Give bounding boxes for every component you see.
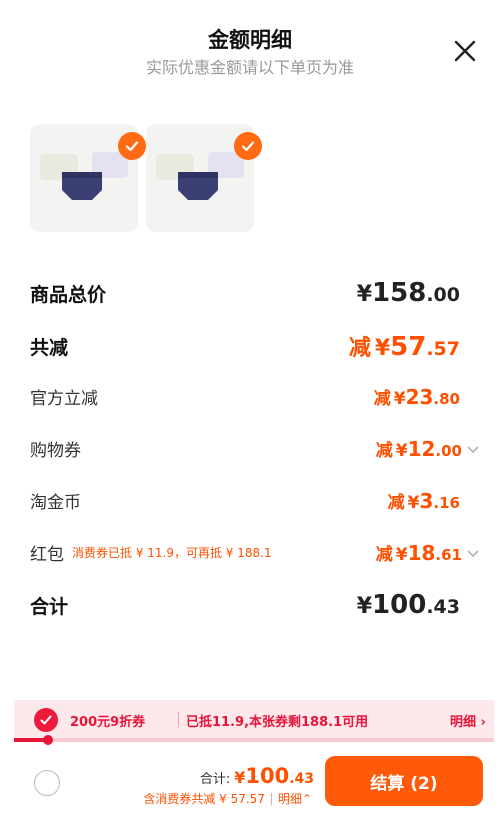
bottom-total-dec: .43 [289, 771, 314, 787]
total-discount-value: 减 ¥ 57 .57 [349, 330, 460, 362]
detail-toggle[interactable]: 明细⌃ [278, 790, 312, 807]
chevron-down-icon [467, 446, 479, 454]
currency-symbol: ¥ [395, 441, 408, 461]
goods-total-row: 商品总价 ¥ 158 .00 [30, 278, 460, 308]
discount-prefix: 减 [373, 389, 391, 409]
redpack-label: 红包 [30, 545, 64, 565]
redpack-label-group: 红包 消费券已抵 ¥ 11.9，可再抵 ¥ 188.1 [30, 540, 272, 565]
taojinbi-dec: .16 [433, 494, 460, 512]
coupon-progress-track [14, 738, 494, 742]
sum-int: 100 [372, 590, 427, 620]
currency-symbol: ¥ [374, 336, 391, 361]
bottom-total-label: 合计: [199, 772, 231, 787]
product-thumbnails [30, 124, 262, 232]
taojinbi-value: 减 ¥ 3 .16 [388, 488, 460, 513]
selected-check-icon[interactable] [118, 132, 146, 160]
coupon-check-icon[interactable] [34, 708, 58, 732]
coupon-description: 已抵11.9,本张券剩188.1可用 [186, 715, 369, 730]
sheet-subtitle: 实际优惠金额请以下单页为准 [145, 58, 354, 77]
close-icon [454, 40, 476, 62]
official-discount-label: 官方立减 [30, 389, 98, 409]
discount-prefix: 减 [375, 441, 393, 461]
bottom-total: 合计: ¥ 100 .43 [200, 764, 314, 788]
discount-prefix: 减 [387, 493, 405, 513]
goods-total-label: 商品总价 [30, 283, 107, 306]
coupon-bar[interactable]: 200元9折券 已抵11.9,本张券剩188.1可用 明细 › [14, 700, 494, 740]
bottom-discount-summary: 含消费券共减 ¥ 57.57 明细⌃ [143, 790, 312, 807]
coupon-detail-link[interactable]: 明细 › [450, 711, 486, 730]
redpack-row[interactable]: 红包 消费券已抵 ¥ 11.9，可再抵 ¥ 188.1 减 ¥ 18 .61 [30, 540, 480, 565]
chevron-down-icon [467, 550, 479, 558]
sum-value: ¥ 100 .43 [357, 590, 460, 620]
total-discount-int: 57 [390, 332, 427, 362]
shopping-coupon-row[interactable]: 购物券 减 ¥ 12 .00 [30, 436, 480, 461]
sheet-title: 金额明细 [208, 28, 292, 52]
taojinbi-int: 3 [419, 489, 434, 513]
official-discount-int: 23 [405, 385, 434, 409]
shopping-coupon-int: 12 [407, 437, 436, 461]
taojinbi-label: 淘金币 [30, 493, 81, 513]
redpack-note: 消费券已抵 ¥ 11.9，可再抵 ¥ 188.1 [72, 546, 272, 560]
checkout-button[interactable]: 结算 (2) [325, 756, 483, 806]
underwear-image [40, 152, 128, 200]
official-discount-value: 减 ¥ 23 .80 [374, 384, 460, 409]
official-discount-dec: .80 [433, 390, 460, 408]
redpack-value: 减 ¥ 18 .61 [376, 540, 480, 565]
shopping-coupon-value: 减 ¥ 12 .00 [376, 436, 480, 461]
total-discount-label: 共减 [30, 336, 69, 359]
divider [270, 792, 272, 805]
selected-check-icon[interactable] [234, 132, 262, 160]
sum-label: 合计 [30, 595, 69, 618]
underwear-image [156, 152, 244, 200]
coupon-title: 200元9折券 [70, 715, 146, 730]
bottom-total-int: 100 [245, 764, 290, 788]
shopping-coupon-dec: .00 [435, 442, 462, 460]
discount-prefix: 减 [348, 336, 371, 361]
discount-prefix: 减 [375, 545, 393, 565]
redpack-dec: .61 [435, 546, 462, 564]
close-button[interactable] [452, 38, 478, 64]
product-thumbnail-1[interactable] [30, 124, 146, 232]
shopping-coupon-label: 购物券 [30, 441, 81, 461]
official-discount-row: 官方立减 减 ¥ 23 .80 [30, 384, 460, 409]
product-thumbnail-2[interactable] [146, 124, 262, 232]
sum-dec: .43 [426, 596, 460, 618]
currency-symbol: ¥ [395, 545, 408, 565]
taojinbi-row: 淘金币 减 ¥ 3 .16 [30, 488, 460, 513]
currency-symbol: ¥ [356, 282, 373, 307]
currency-symbol: ¥ [356, 594, 373, 619]
currency-symbol: ¥ [234, 768, 246, 787]
bottom-discount-text: 含消费券共减 ¥ 57.57 [143, 792, 265, 806]
coupon-divider [178, 712, 179, 727]
amount-detail-sheet: 金额明细 实际优惠金额请以下单页为准 商品总价 ¥ 158 .00 共减 减 ¥… [0, 0, 500, 821]
goods-total-dec: .00 [426, 284, 460, 306]
goods-total-value: ¥ 158 .00 [357, 278, 460, 308]
total-discount-row: 共减 减 ¥ 57 .57 [30, 330, 460, 362]
currency-symbol: ¥ [407, 493, 420, 513]
coupon-progress-knob [43, 735, 53, 745]
bottom-checkout-bar: 合计: ¥ 100 .43 含消费券共减 ¥ 57.57 明细⌃ 结算 (2) [0, 746, 500, 821]
select-all-checkbox[interactable] [34, 770, 60, 796]
currency-symbol: ¥ [393, 389, 406, 409]
redpack-int: 18 [407, 541, 436, 565]
sum-row: 合计 ¥ 100 .43 [30, 590, 460, 620]
total-discount-dec: .57 [426, 338, 460, 360]
goods-total-int: 158 [372, 278, 427, 308]
